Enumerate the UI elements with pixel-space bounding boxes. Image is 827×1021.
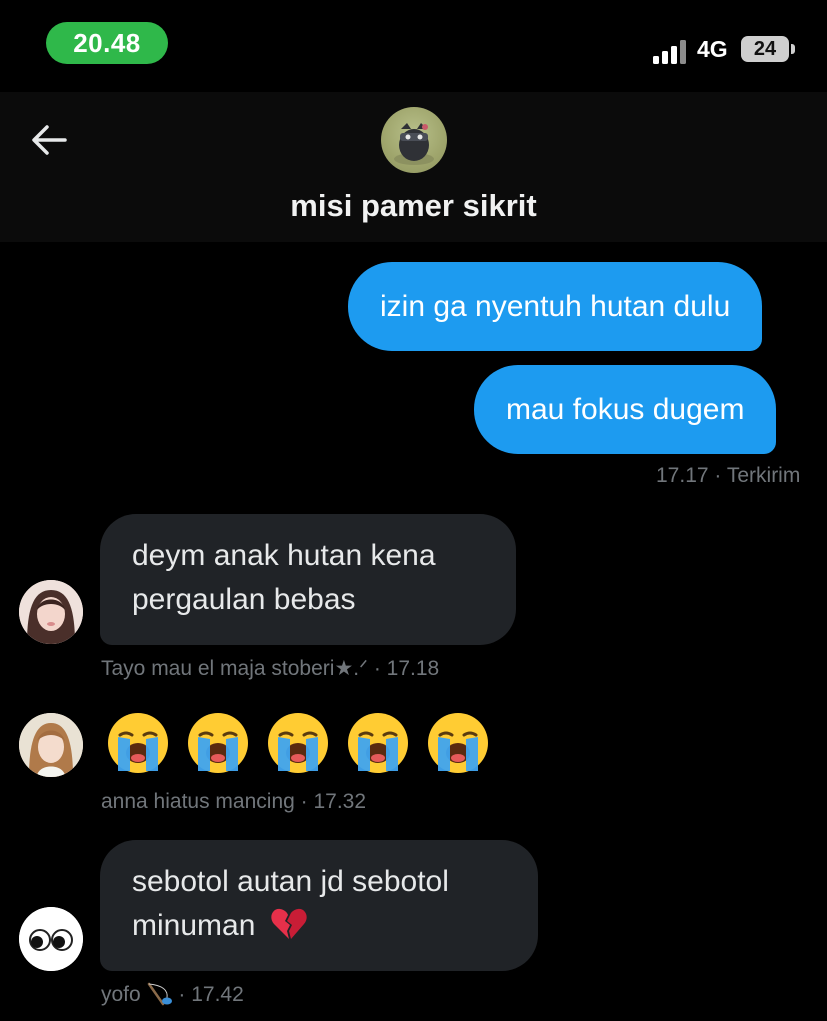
- cellular-signal-icon: [653, 38, 689, 64]
- sender-avatar[interactable]: [19, 713, 83, 777]
- status-bar: 20.48 4G 24: [0, 0, 827, 92]
- sender-avatar[interactable]: [19, 580, 83, 644]
- arrow-left-icon: [32, 125, 67, 155]
- sender-name[interactable]: yofo: [101, 983, 141, 1006]
- message-time: · 17.32: [300, 790, 367, 813]
- girl-portrait-avatar-icon: [19, 713, 83, 777]
- message-text: izin ga nyentuh hutan dulu: [380, 289, 731, 323]
- status-time: 20.48: [46, 22, 168, 64]
- sender-name[interactable]: anna hiatus mancing: [101, 790, 295, 813]
- message-bubble-outgoing[interactable]: izin ga nyentuh hutan dulu: [348, 262, 763, 351]
- group-avatar[interactable]: [381, 107, 447, 173]
- message-meta: Tayo mau el maja stoberi★.ᐟ · 17.18: [101, 656, 439, 681]
- message-time: · 17.18: [373, 657, 440, 680]
- fishing-pole-icon: [147, 982, 172, 1006]
- message-meta: 17.17 · Terkirim: [656, 464, 800, 488]
- ninja-cat-avatar-icon: [394, 123, 434, 165]
- loudly-crying-face-icon: [188, 713, 248, 773]
- broken-heart-icon: [271, 908, 307, 939]
- message-bubble-incoming[interactable]: sebotol autan jd sebotol minuman: [100, 840, 538, 971]
- message-text-line: deym anak hutan kena: [132, 539, 436, 572]
- back-button[interactable]: [24, 120, 74, 160]
- loudly-crying-face-icon: [108, 713, 168, 773]
- message-meta: anna hiatus mancing · 17.32: [101, 790, 366, 814]
- conversation-title[interactable]: misi pamer sikrit: [0, 188, 827, 224]
- conversation-header: misi pamer sikrit: [0, 92, 827, 242]
- message-text: minuman: [132, 909, 256, 942]
- network-type: 4G: [697, 36, 728, 62]
- battery-icon: 24: [741, 36, 789, 62]
- sender-name[interactable]: Tayo mau el maja stoberi★.ᐟ: [101, 657, 368, 680]
- emoji-message[interactable]: [106, 711, 490, 775]
- loudly-crying-face-icon: [268, 713, 328, 773]
- message-bubble-incoming[interactable]: deym anak hutan kena pergaulan bebas: [100, 514, 516, 645]
- message-text-line: minuman: [132, 904, 506, 948]
- girl-portrait-avatar-icon: [19, 580, 83, 644]
- message-meta: yofo · 17.42: [101, 982, 244, 1007]
- message-time: 17.17: [656, 464, 709, 487]
- loudly-crying-face-icon: [428, 713, 488, 773]
- battery-level: 24: [753, 37, 777, 60]
- loudly-crying-face-icon: [348, 713, 408, 773]
- message-text-line: sebotol autan jd sebotol: [132, 865, 449, 898]
- sender-avatar[interactable]: [19, 907, 83, 971]
- message-text-line: pergaulan bebas: [132, 583, 356, 616]
- message-time: · 17.42: [178, 983, 244, 1006]
- message-text: mau fokus dugem: [506, 392, 745, 426]
- message-status: · Terkirim: [714, 464, 801, 487]
- battery-cap: [791, 44, 795, 54]
- googly-eyes-avatar-icon: [19, 907, 83, 971]
- message-bubble-outgoing[interactable]: mau fokus dugem: [474, 365, 777, 454]
